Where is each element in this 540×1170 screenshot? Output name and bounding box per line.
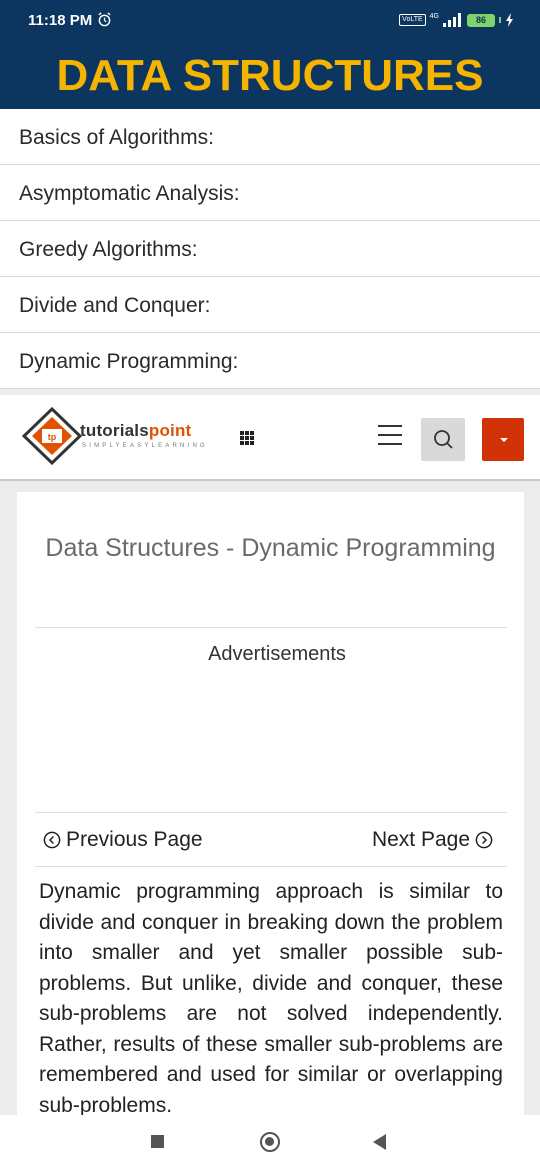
tutorialspoint-logo[interactable]: tp tutorialspoint SIMPLYEASYLEARNING xyxy=(22,407,262,465)
recents-icon[interactable] xyxy=(151,1135,164,1148)
search-icon xyxy=(434,430,453,449)
menu-item-greedy-algorithms[interactable]: Greedy Algorithms: xyxy=(0,221,540,277)
chevron-right-circle-icon xyxy=(475,831,493,849)
page-title: Data Structures - Dynamic Programming xyxy=(45,534,496,562)
topics-menu: Basics of Algorithms: Asymptomatic Analy… xyxy=(0,109,540,389)
home-icon[interactable] xyxy=(260,1132,280,1152)
chevron-left-circle-icon xyxy=(43,831,61,849)
network-type: 4G xyxy=(429,13,439,20)
alarm-icon xyxy=(98,12,111,27)
dropdown-button[interactable] xyxy=(482,418,524,461)
status-time: 11:18 PM xyxy=(28,12,93,29)
divider xyxy=(35,866,507,867)
next-page-label: Next Page xyxy=(371,828,470,851)
volte-badge: VoLTE xyxy=(399,14,426,26)
charging-icon xyxy=(506,13,513,27)
battery-icon: 86 xyxy=(467,13,495,27)
advertisements-label: Advertisements xyxy=(208,643,346,665)
system-nav-bar xyxy=(0,1115,540,1170)
app-title: DATA STRUCTURES xyxy=(0,42,540,109)
logo-emblem-icon: tp xyxy=(22,407,82,465)
svg-text:tp: tp xyxy=(48,432,57,442)
status-bar: 11:18 PM VoLTE 4G 86 xyxy=(0,0,540,42)
logo-wordmark: tutorialspoint xyxy=(80,421,191,441)
hamburger-icon[interactable] xyxy=(378,425,402,447)
previous-page-label: Previous Page xyxy=(66,828,203,851)
status-icons: VoLTE 4G 86 xyxy=(399,12,514,28)
logo-wordmark-main: tutorials xyxy=(80,421,149,440)
site-navbar: tp tutorialspoint SIMPLYEASYLEARNING xyxy=(0,395,540,481)
menu-item-asymptomatic-analysis[interactable]: Asymptomatic Analysis: xyxy=(0,165,540,221)
logo-wordmark-accent: point xyxy=(148,421,192,440)
search-button[interactable] xyxy=(421,418,465,461)
signal-icon xyxy=(443,13,461,27)
article-paragraph: Dynamic programming approach is similar … xyxy=(39,880,503,1117)
next-page-link[interactable]: Next Page xyxy=(372,828,493,852)
previous-page-link[interactable]: Previous Page xyxy=(43,828,203,852)
battery-level: 86 xyxy=(475,15,486,25)
back-icon[interactable] xyxy=(373,1134,386,1150)
menu-item-divide-and-conquer[interactable]: Divide and Conquer: xyxy=(0,277,540,333)
menu-item-dynamic-programming[interactable]: Dynamic Programming: xyxy=(0,333,540,389)
caret-down-icon xyxy=(500,438,508,442)
menu-item-basics-of-algorithms[interactable]: Basics of Algorithms: xyxy=(0,109,540,165)
logo-tagline: SIMPLYEASYLEARNING xyxy=(82,443,208,449)
article-card: Data Structures - Dynamic Programming Ad… xyxy=(17,492,524,1122)
divider xyxy=(35,812,507,813)
grid-icon[interactable] xyxy=(240,431,254,445)
divider xyxy=(35,627,507,628)
battery-tip xyxy=(499,17,501,23)
